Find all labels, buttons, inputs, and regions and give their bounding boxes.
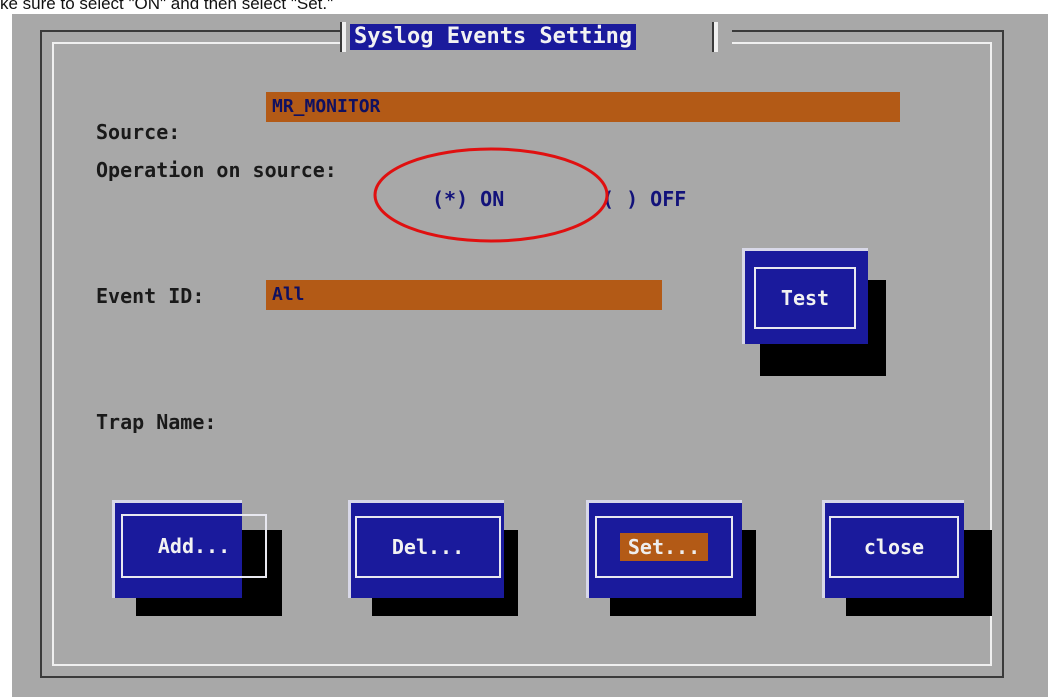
trap-name-label: Trap Name: [96, 410, 217, 434]
test-button-label: Test [754, 267, 856, 329]
event-id-label: Event ID: [96, 284, 205, 308]
screenshot-root: ke sure to select "ON" and then select "… [0, 0, 1048, 697]
dialog-title: Syslog Events Setting [350, 24, 637, 50]
source-label: Source: [96, 120, 181, 144]
add-button-group: Add... [112, 500, 282, 616]
test-button[interactable]: Test [742, 248, 868, 344]
title-bar-left [340, 22, 346, 52]
source-field[interactable]: MR_MONITOR [266, 92, 900, 122]
test-button-group: Test [742, 248, 888, 378]
close-button-group: close [822, 500, 992, 616]
event-id-field[interactable]: All [266, 280, 662, 310]
annotation-ellipse [373, 147, 609, 243]
title-bar-right [712, 22, 718, 52]
operation-off-radio[interactable]: ( ) OFF [602, 187, 686, 211]
set-button[interactable]: Set... [586, 500, 742, 598]
operation-label: Operation on source: [96, 158, 337, 182]
set-button-group: Set... [586, 500, 756, 616]
del-button[interactable]: Del... [348, 500, 504, 598]
add-button[interactable]: Add... [112, 500, 267, 598]
add-button-label: Add... [121, 514, 267, 578]
close-button-label: close [829, 516, 959, 578]
close-button[interactable]: close [822, 500, 964, 598]
instruction-caption: ke sure to select "ON" and then select "… [0, 0, 334, 13]
del-button-label: Del... [355, 516, 501, 578]
set-button-label: Set... [619, 533, 709, 561]
del-button-group: Del... [348, 500, 518, 616]
set-button-inner: Set... [595, 516, 733, 578]
